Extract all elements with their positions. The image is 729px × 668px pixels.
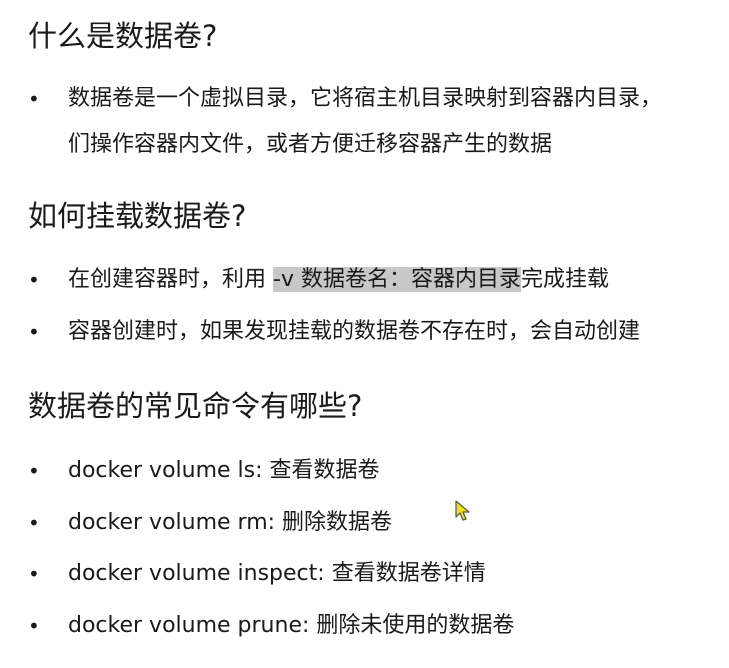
command-prune: docker volume prune: 删除未使用的数据卷 [68, 613, 515, 638]
command-rm: docker volume rm: 删除数据卷 [68, 510, 393, 535]
bullet-icon: • [28, 614, 40, 638]
command-inspect: docker volume inspect: 查看数据卷详情 [68, 561, 486, 586]
bullet-icon: • [28, 320, 40, 344]
text-after-highlight: 完成挂载 [520, 267, 609, 292]
mouse-pointer-icon [455, 500, 470, 521]
bullet-text: 在创建容器时，利用 -v 数据卷名：容器内目录完成挂载 [68, 266, 609, 294]
note-page: { "sections": [ { "heading": "什么是数据卷?", … [0, 0, 729, 668]
heading-common-commands: 数据卷的常见命令有哪些? [28, 389, 363, 423]
bullet-text-continued: 们操作容器内文件，或者方便迁移容器产生的数据 [68, 132, 553, 157]
bullet-icon: • [28, 87, 40, 111]
bullet-icon: • [28, 511, 40, 535]
highlighted-syntax: -v 数据卷名：容器内目录 [273, 267, 521, 292]
bullet-text: 数据卷是一个虚拟目录，它将宿主机目录映射到容器内目录， [68, 86, 663, 111]
heading-how-to-mount: 如何挂载数据卷? [28, 199, 247, 233]
bullet-icon: • [28, 459, 40, 483]
heading-what-is-volume: 什么是数据卷? [28, 19, 218, 53]
bullet-icon: • [28, 268, 40, 292]
bullet-text: 容器创建时，如果发现挂载的数据卷不存在时，会自动创建 [68, 319, 641, 344]
text-before-highlight: 在创建容器时，利用 [68, 267, 273, 292]
bullet-icon: • [28, 562, 40, 586]
command-ls: docker volume ls: 查看数据卷 [68, 458, 380, 483]
